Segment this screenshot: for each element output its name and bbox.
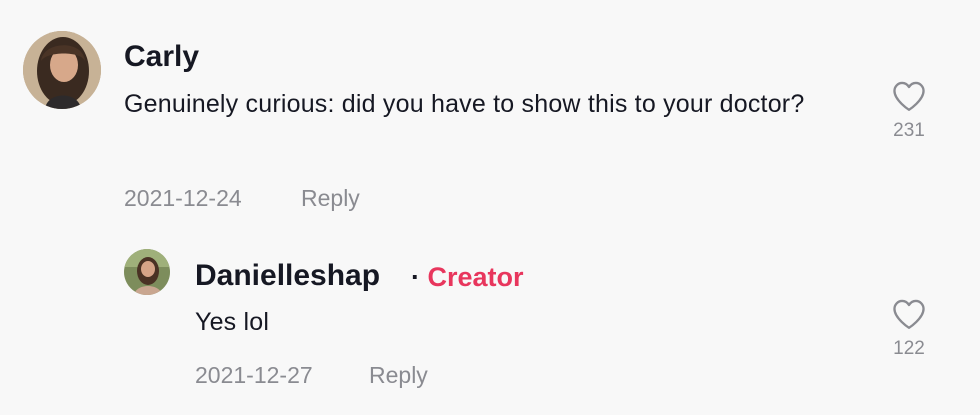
- avatar[interactable]: [124, 249, 170, 295]
- creator-label: Creator: [427, 262, 524, 292]
- badge-separator: ·: [411, 262, 420, 292]
- comment-text: Genuinely curious: did you have to show …: [124, 90, 805, 118]
- like-button[interactable]: 122: [879, 298, 939, 360]
- avatar[interactable]: [23, 31, 101, 109]
- reply-date: 2021-12-27: [195, 362, 313, 388]
- reply-text: Yes lol: [195, 308, 270, 336]
- reply-button[interactable]: Reply: [301, 185, 360, 212]
- like-count: 231: [893, 120, 925, 141]
- like-count: 122: [893, 338, 925, 359]
- like-button[interactable]: 231: [879, 80, 939, 142]
- creator-badge: · Creator: [411, 262, 524, 293]
- heart-outline-icon: [893, 299, 925, 329]
- heart-outline-icon: [893, 81, 925, 111]
- reply-username[interactable]: Danielleshap: [195, 259, 380, 293]
- comment-username[interactable]: Carly: [124, 40, 199, 74]
- reply-button[interactable]: Reply: [369, 362, 428, 389]
- comment-date: 2021-12-24: [124, 185, 242, 211]
